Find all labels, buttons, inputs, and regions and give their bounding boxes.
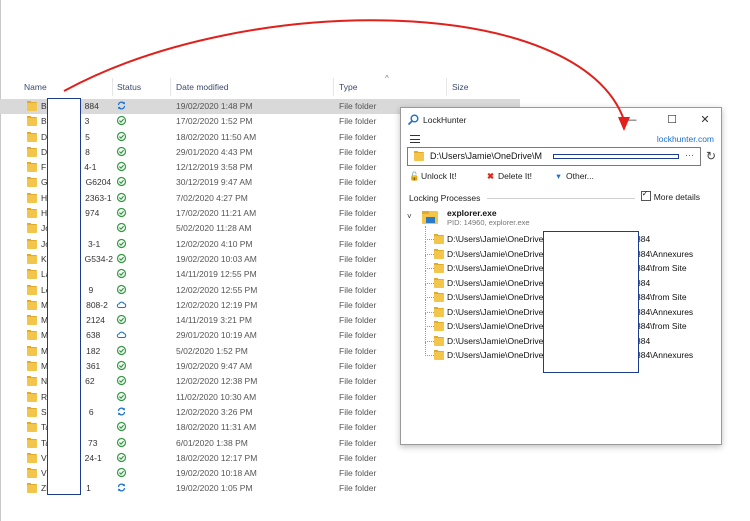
annotation-arrow — [63, 19, 630, 131]
